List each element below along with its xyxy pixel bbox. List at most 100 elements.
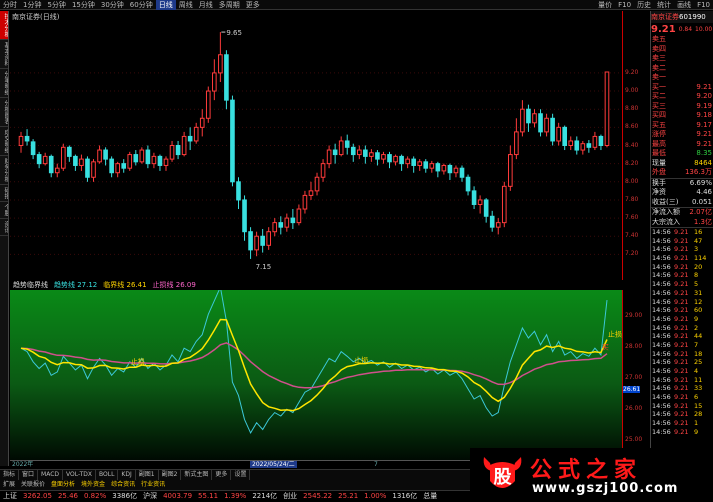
candle-body (604, 71, 610, 146)
top-tool-button[interactable]: 量价 (595, 0, 615, 10)
trade-price: 9.21 (674, 401, 689, 410)
extension-tab[interactable]: 关联报价 (18, 480, 48, 490)
extension-tab[interactable]: 盘面分析 (48, 480, 78, 490)
indicator-tab[interactable]: MACD (38, 470, 64, 480)
candle-body (127, 154, 133, 169)
stock-name: 南京证券 (651, 13, 679, 21)
candle-body (532, 113, 537, 124)
top-tool-button[interactable]: 历史 (634, 0, 654, 10)
quote-row-value: 9.18 (696, 111, 712, 119)
trade-time: 14:56 (652, 427, 671, 436)
indicator-tab[interactable]: BOLL (96, 470, 119, 480)
quote-row: 外盘 136.3万 (651, 168, 713, 178)
price-tick-label: 7.80 (625, 195, 639, 203)
trade-volume: 16 (694, 228, 703, 236)
candle-body (465, 176, 471, 192)
trade-volume: 47 (694, 236, 703, 245)
period-tab[interactable]: 1分钟 (20, 0, 44, 10)
top-tool-button[interactable]: F10 (615, 0, 634, 10)
price-tick-label: 7.60 (625, 214, 639, 222)
period-tab[interactable]: 多周期 (216, 0, 243, 10)
indicator-tab[interactable]: 更多 (212, 470, 232, 480)
indicator-tab[interactable]: 副图2 (159, 470, 182, 480)
indicator-legend-item: 趋势临界线 (13, 281, 48, 289)
candle-body (429, 163, 435, 169)
quote-row-label: 买四 (652, 111, 666, 119)
watermark-url: www.gszj100.com (532, 481, 679, 496)
trade-time: 14:56 (652, 297, 671, 306)
indicator-tab[interactable]: 指标 (0, 470, 20, 480)
period-tab[interactable]: 5分钟 (44, 0, 68, 10)
status-item: 1316亿 (392, 491, 418, 500)
last-price: 9.21 (651, 23, 676, 35)
trade-volume: 28 (694, 410, 703, 419)
candle-body (157, 155, 163, 166)
period-tab[interactable]: 更多 (243, 0, 263, 10)
top-tool-button[interactable]: F10 (694, 0, 713, 10)
order-book: 卖五 卖四 卖三 卖二 卖一 买一 9.21 买二 9.20 买三 9.19 买四 9.18 买五 9.17… (651, 35, 713, 178)
period-tab[interactable]: 60分钟 (127, 0, 156, 10)
top-tool-button[interactable]: 统计 (654, 0, 674, 10)
price-tick-label: 9.20 (625, 68, 639, 76)
indicator-tick-label: 25.00 (625, 435, 643, 443)
period-tab[interactable]: 周线 (176, 0, 196, 10)
candle-body (109, 158, 114, 174)
left-nav-tab[interactable]: 分笔明细 (0, 69, 8, 98)
indicator-tab[interactable]: 副图1 (136, 470, 159, 480)
trade-price: 9.21 (674, 297, 689, 306)
indicator-tab[interactable]: VOL-TDX (63, 470, 96, 480)
period-tab[interactable]: 30分钟 (98, 0, 127, 10)
stat-row: 收益(三) 0.051 (651, 198, 713, 208)
price-axis: 9.20 9.00 8.80 8.60 8.40 8.20 8.00 7.80 7.60 7.40… (622, 11, 650, 280)
stock-header[interactable]: 南京证券 601990 (651, 11, 713, 23)
indicator-tab[interactable]: 设置 (231, 470, 251, 480)
trade-volume: 60 (694, 306, 703, 315)
kline-svg: 9.65 7.15 (10, 29, 622, 271)
trade-volume: 25 (694, 358, 703, 367)
candle-body (459, 167, 465, 178)
left-nav-tab[interactable]: 成交明细 (0, 127, 8, 156)
candle-body (314, 176, 320, 192)
trade-price: 9.21 (674, 393, 689, 402)
left-nav-tab[interactable]: 技术分析 (0, 11, 8, 40)
trade-volume: 5 (694, 280, 699, 289)
left-nav-tab[interactable]: 分析图表 (0, 98, 8, 127)
status-item: 2214亿 (252, 491, 278, 500)
indicator-tab[interactable]: 窗口 (19, 470, 39, 480)
period-tab[interactable]: 月线 (196, 0, 216, 10)
left-nav-tab[interactable]: 基本资料 (0, 40, 8, 69)
period-tab[interactable]: 日线 (155, 0, 176, 10)
signal-marker: 买 (602, 344, 609, 352)
trade-row: 14:56 9.21 114 (651, 254, 713, 263)
extension-tab[interactable]: 扩展 (0, 480, 18, 490)
candle-body (483, 199, 489, 217)
left-nav-tab[interactable]: 资讯 (0, 219, 8, 236)
quote-row-value: 9.19 (696, 101, 712, 110)
extension-tab[interactable]: 综合资讯 (108, 480, 138, 490)
watermark: 股 公式之家 www.gszj100.com (470, 448, 713, 501)
extension-tab[interactable]: 境外资金 (78, 480, 108, 490)
indicator-tab[interactable]: 新式主图 (181, 470, 213, 480)
candlestick-chart[interactable]: 9.65 7.15 南京证券(日线) (10, 11, 622, 280)
flow-row-label: 净流入额 (652, 208, 680, 216)
period-tab[interactable]: 分时 (0, 0, 20, 10)
trade-ticks: 14:56 9.21 16 14:56 9.21 47 14:56 9.21 3 14:56 9.2… (651, 227, 713, 437)
trade-time: 14:56 (652, 228, 671, 236)
trade-price: 9.21 (674, 245, 689, 254)
trade-price: 9.21 (674, 410, 689, 419)
trade-volume: 9 (694, 314, 699, 323)
quote-row: 最高 9.21 (651, 140, 713, 150)
left-nav-tab[interactable]: 研报 (0, 185, 8, 202)
indicator-panel[interactable]: 止损 止损 止损买 (10, 285, 622, 460)
extension-tab[interactable]: 行业资讯 (138, 480, 168, 490)
quote-row-value: 8.35 (696, 149, 712, 157)
indicator-tab[interactable]: KDJ (118, 470, 136, 480)
price-line: 9.21 0.84 10.00 (651, 23, 713, 35)
candle-body (103, 149, 108, 160)
candle-body (48, 155, 54, 174)
left-nav-tab[interactable]: 个股 (0, 202, 8, 219)
period-tab[interactable]: 15分钟 (69, 0, 98, 10)
top-tool-button[interactable]: 画线 (674, 0, 694, 10)
left-nav-tab[interactable]: 财务分析 (0, 156, 8, 185)
candle-body (375, 152, 380, 160)
